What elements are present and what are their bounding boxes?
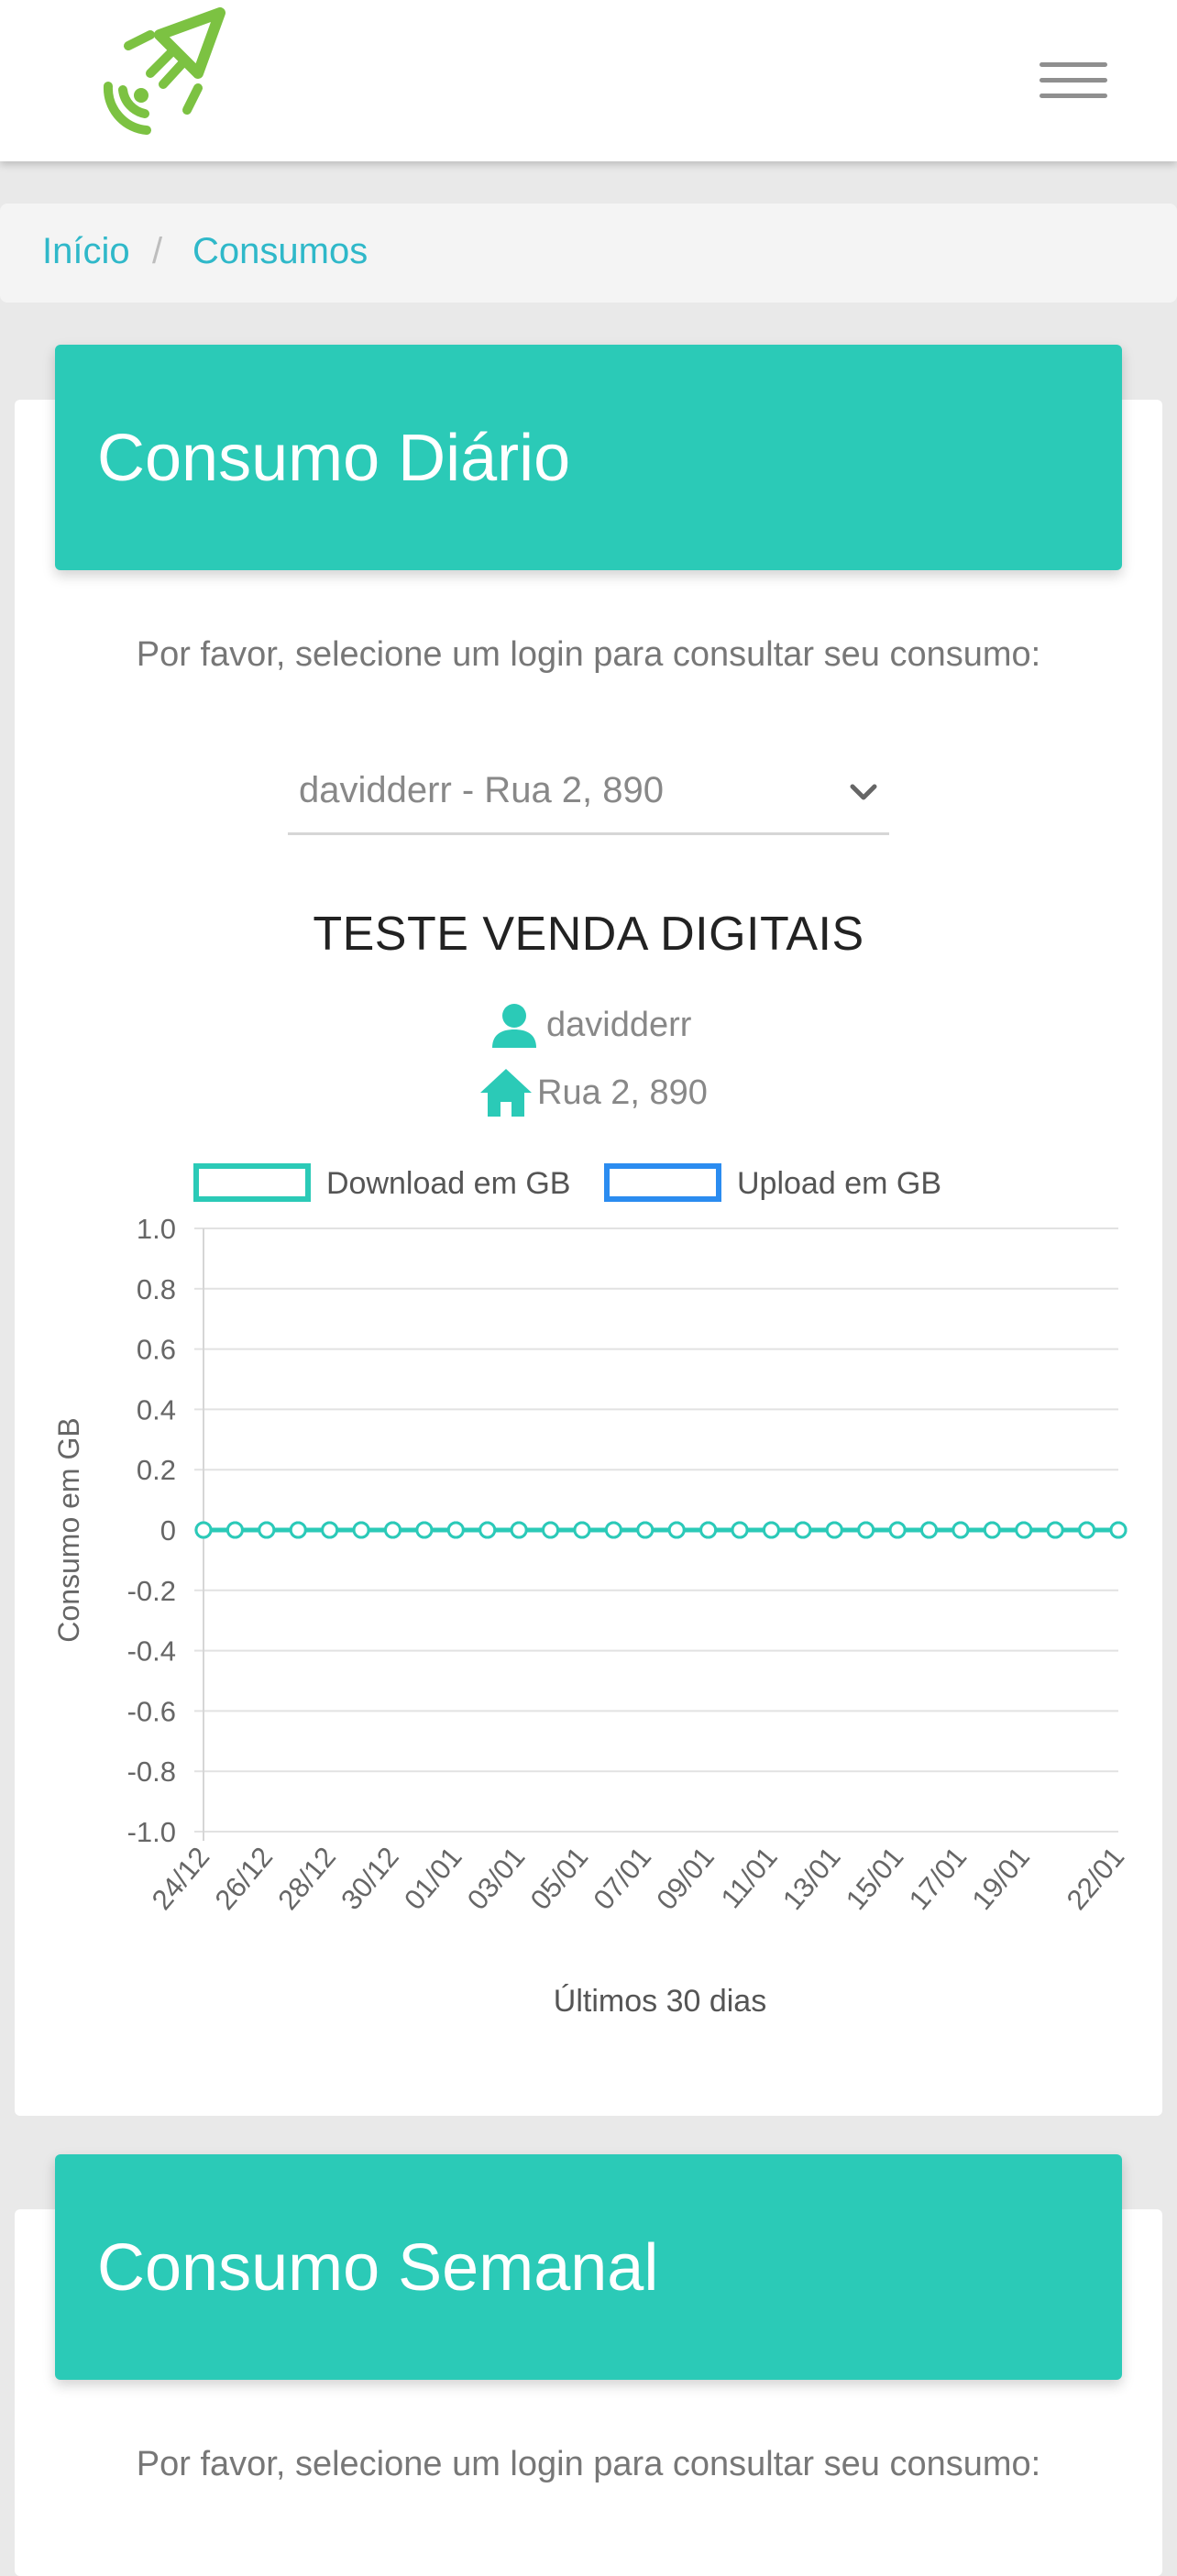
daily-login-prompt: Por favor, selecione um login para consu… (136, 635, 1041, 674)
legend-label: Download em GB (326, 1166, 570, 1201)
data-point (1109, 1521, 1128, 1539)
data-point (415, 1521, 434, 1539)
x-axis-label: Últimos 30 dias (554, 1984, 766, 2019)
home-icon (480, 1069, 532, 1117)
x-tick-label: 17/01 (903, 1841, 974, 1916)
x-tick-label: 07/01 (587, 1841, 657, 1916)
y-tick-label: 0 (160, 1514, 176, 1547)
data-point (194, 1521, 213, 1539)
data-point (920, 1521, 939, 1539)
weekly-card-title: Consumo Semanal (97, 2231, 659, 2305)
daily-consumption-chart: 1.0 0.8 0.6 0.4 0.2 0 -0.2 -0.4 -0.6 -0.8 -1.0 Cons… (0, 1146, 1177, 2044)
daily-card-title: Consumo Diário (97, 422, 571, 495)
data-point (1015, 1521, 1033, 1539)
breadcrumb-link-inicio[interactable]: Início (42, 229, 130, 273)
login-select[interactable]: davidderr - Rua 2, 890 (288, 757, 889, 835)
y-tick-label: -0.6 (127, 1695, 176, 1727)
x-tick-label: 03/01 (461, 1841, 532, 1916)
data-point (478, 1521, 497, 1539)
y-tick-label: 0.2 (137, 1454, 176, 1486)
legend-swatch (604, 1163, 721, 1202)
x-tick-label: 11/01 (715, 1841, 784, 1914)
x-tick-label: 15/01 (840, 1841, 910, 1916)
y-tick-label: -0.2 (127, 1575, 176, 1607)
top-navbar (0, 0, 1177, 161)
y-tick-label: -1.0 (127, 1816, 176, 1848)
y-tick-label: 0.4 (137, 1393, 176, 1426)
y-axis-label: Consumo em GB (52, 1417, 85, 1642)
rocket-signal-logo[interactable] (95, 7, 227, 136)
x-tick-label: 13/01 (776, 1841, 847, 1916)
data-point (604, 1521, 622, 1539)
data-point (667, 1521, 686, 1539)
data-point (731, 1521, 749, 1539)
x-tick-label: 22/01 (1061, 1841, 1131, 1916)
data-point (321, 1521, 339, 1539)
data-point (794, 1521, 812, 1539)
data-point (352, 1521, 370, 1539)
x-tick-label: 09/01 (650, 1841, 720, 1916)
x-tick-label: 28/12 (271, 1841, 342, 1916)
y-tick-label: 1.0 (137, 1213, 176, 1245)
hamburger-menu-icon[interactable] (1040, 59, 1107, 103)
user-login: davidderr (546, 1006, 692, 1044)
daily-card-header: Consumo Diário (55, 345, 1122, 570)
legend-swatch (193, 1163, 311, 1202)
data-point (573, 1521, 591, 1539)
data-point (1078, 1521, 1096, 1539)
chart-svg: 1.0 0.8 0.6 0.4 0.2 0 -0.2 -0.4 -0.6 -0.8 -1.0 Cons… (52, 1163, 1131, 2019)
x-tick-label: 26/12 (209, 1841, 280, 1916)
breadcrumb: Início / Consumos (0, 204, 1177, 303)
user-info-row: davidderr (490, 997, 691, 1052)
y-tick-label: -0.4 (127, 1635, 176, 1668)
data-point (762, 1521, 780, 1539)
data-point (983, 1521, 1001, 1539)
legend-label: Upload em GB (737, 1166, 941, 1201)
data-point (258, 1521, 276, 1539)
data-point (289, 1521, 307, 1539)
user-address: Rua 2, 890 (537, 1073, 708, 1112)
x-tick-label: 01/01 (398, 1841, 468, 1916)
breadcrumb-separator: / (152, 231, 163, 271)
data-point (383, 1521, 402, 1539)
y-tick-label: 0.8 (137, 1273, 176, 1305)
weekly-card-header: Consumo Semanal (55, 2154, 1122, 2380)
address-info-row: Rua 2, 890 (478, 1065, 708, 1120)
x-tick-label: 05/01 (524, 1841, 595, 1916)
data-point (446, 1521, 465, 1539)
breadcrumb-link-consumos[interactable]: Consumos (192, 229, 368, 273)
x-tick-label: 30/12 (335, 1841, 405, 1916)
chevron-down-icon (850, 784, 877, 800)
data-point (699, 1521, 718, 1539)
user-icon (492, 1004, 536, 1048)
data-point (226, 1521, 244, 1539)
login-select-value: davidderr - Rua 2, 890 (299, 770, 665, 810)
y-tick-label: -0.8 (127, 1756, 176, 1788)
weekly-login-prompt: Por favor, selecione um login para consu… (136, 2445, 1041, 2483)
data-point (636, 1521, 654, 1539)
y-tick-label: 0.6 (137, 1334, 176, 1366)
data-point (1046, 1521, 1064, 1539)
data-point (542, 1521, 560, 1539)
data-point (510, 1521, 528, 1539)
data-point (857, 1521, 875, 1539)
x-tick-label: 19/01 (965, 1841, 1036, 1916)
x-tick-label: 24/12 (146, 1841, 216, 1916)
data-point (888, 1521, 907, 1539)
data-point (825, 1521, 843, 1539)
client-name: TESTE VENDA DIGITAIS (313, 908, 864, 961)
data-point (952, 1521, 970, 1539)
